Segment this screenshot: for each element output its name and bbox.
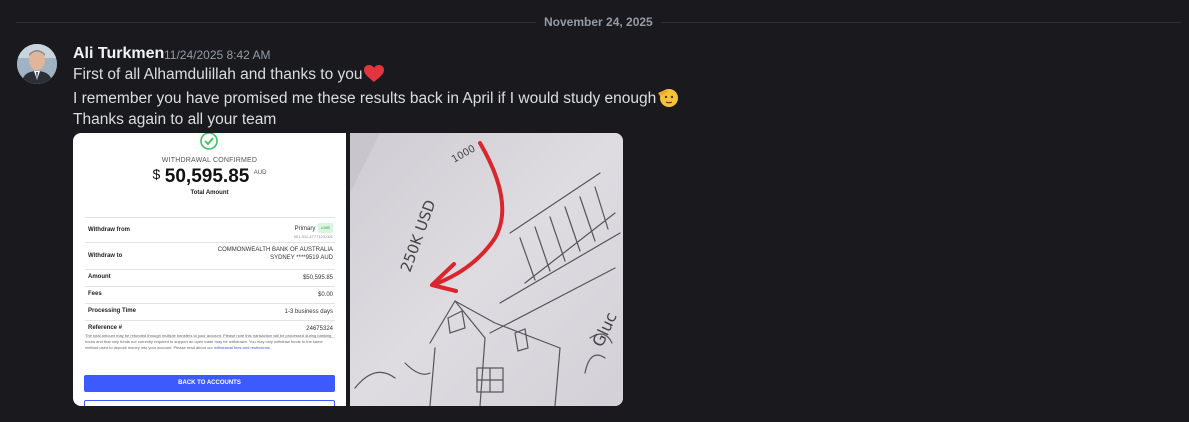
disclaimer-text: The total amount may be refunded through… (85, 333, 332, 350)
back-to-accounts-button[interactable]: BACK TO ACCOUNTS (84, 375, 335, 392)
row-value: $50,595.85 (302, 275, 333, 281)
account-number: 001-011-4777123-001 (293, 234, 333, 239)
withdrawal-disclaimer: The total amount may be refunded through… (85, 333, 337, 351)
receipt-details: Withdraw from Primary LIVE 001-011-477712… (85, 217, 335, 338)
withdrawal-amount: $ 50,595.85 AUD (73, 166, 346, 188)
row-value: COMMONWEALTH BANK OF AUSTRALIA SYDNEY **… (218, 246, 333, 262)
row-value: 1-3 business days (284, 309, 333, 315)
currency-symbol: $ (152, 166, 161, 182)
avatar[interactable] (17, 44, 57, 84)
amount-value: 50,595.85 (164, 166, 250, 187)
row-label: Withdraw from (88, 227, 130, 233)
message-line-1-text: First of all Alhamdulillah and thanks to… (73, 66, 363, 83)
currency-code: AUD (253, 170, 267, 176)
receipt-row-processing-time: Processing Time 1-3 business days (85, 303, 335, 320)
secondary-button[interactable] (84, 400, 335, 406)
row-label: Amount (88, 274, 111, 280)
date-divider-label: November 24, 2025 (536, 14, 661, 30)
bank-detail: SYDNEY ****9519 AUD (270, 255, 333, 261)
message-line-3: Thanks again to all your team (73, 111, 277, 128)
message-line-2-text: I remember you have promised me these re… (73, 90, 657, 107)
receipt-row-fees: Fees $0.00 (85, 286, 335, 303)
receipt-row-withdraw-to: Withdraw to COMMONWEALTH BANK OF AUSTRAL… (85, 242, 335, 269)
image-attachment-drawing[interactable]: 250K USD 1000 Gluc (350, 133, 623, 406)
message-author[interactable]: Ali Turkmen (73, 44, 164, 64)
sketch-drawing: 250K USD 1000 Gluc (350, 133, 623, 406)
account-name: Primary (294, 226, 316, 232)
total-amount-label: Total Amount (190, 190, 229, 196)
row-value: 24675324 (306, 326, 333, 332)
row-value: $0.00 (317, 292, 333, 298)
receipt-row-amount: Amount $50,595.85 (85, 269, 335, 286)
bank-name: COMMONWEALTH BANK OF AUSTRALIA (217, 247, 333, 253)
row-value: Primary LIVE 001-011-4777123-001 (294, 223, 333, 241)
check-circle-icon (199, 133, 219, 158)
message-timestamp[interactable]: 11/24/2025 8:42 AM (164, 47, 271, 63)
row-label: Processing Time (88, 308, 136, 314)
row-label: Reference # (88, 325, 123, 331)
image-attachment-receipt[interactable]: WITHDRAWAL CONFIRMED $ 50,595.85 AUD Tot… (73, 133, 346, 406)
saluting-face-icon (657, 87, 679, 114)
row-label: Fees (88, 291, 102, 297)
withdrawal-status: WITHDRAWAL CONFIRMED (161, 157, 258, 164)
receipt-row-withdraw-from: Withdraw from Primary LIVE 001-011-477712… (85, 217, 335, 242)
withdrawal-fees-link[interactable]: withdrawal fees and restrictions. (214, 345, 271, 350)
live-badge: LIVE (318, 223, 333, 233)
row-label: Withdraw to (88, 253, 123, 259)
